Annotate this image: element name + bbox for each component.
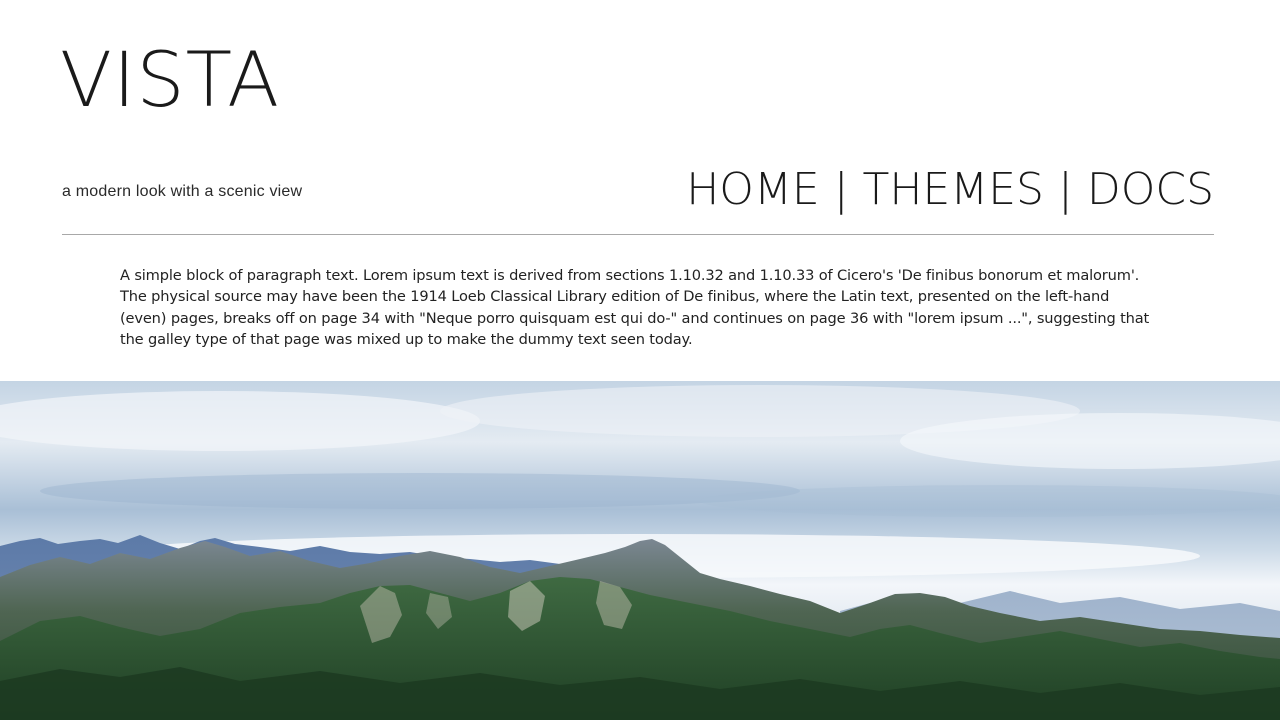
intro-paragraph: A simple block of paragraph text. Lorem … — [120, 267, 1150, 348]
nav-link-themes[interactable]: THEMES — [863, 164, 1044, 216]
nav-separator: | — [1058, 164, 1073, 215]
nav-separator: | — [833, 164, 849, 215]
main-navigation: HOME | THEMES | DOCS — [686, 164, 1214, 216]
hero-landscape-image — [0, 381, 1280, 720]
nav-link-docs[interactable]: DOCS — [1087, 164, 1214, 216]
site-tagline: a modern look with a scenic view — [62, 183, 303, 200]
mountain-landscape-image — [0, 381, 1280, 720]
site-logo[interactable]: VISTA — [60, 42, 280, 118]
header-divider — [62, 234, 1214, 235]
nav-link-home[interactable]: HOME — [686, 164, 819, 216]
